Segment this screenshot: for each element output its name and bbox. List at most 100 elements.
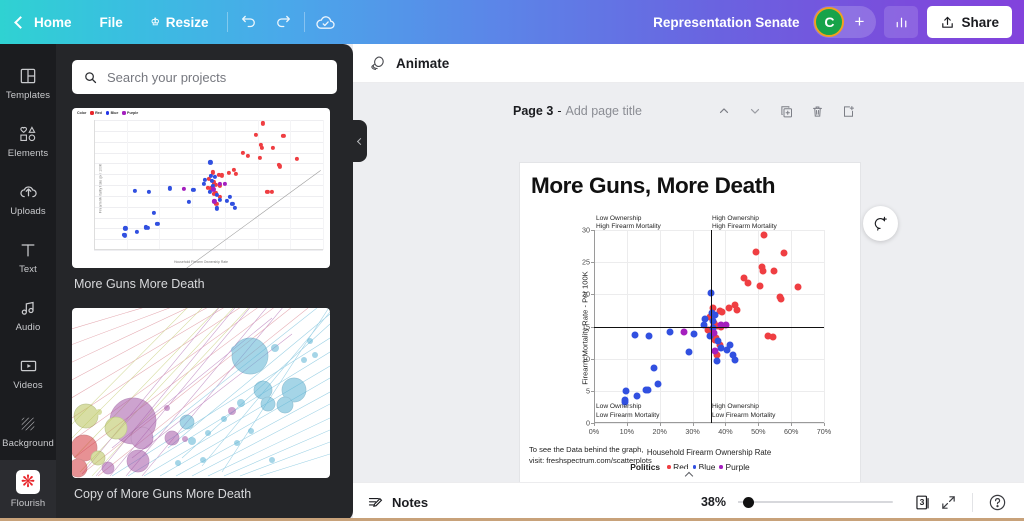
zoom-slider-handle[interactable] — [743, 496, 754, 508]
sidebar-item-background[interactable]: Background — [0, 402, 56, 460]
share-button[interactable]: Share — [927, 6, 1012, 38]
help-button[interactable] — [984, 489, 1010, 515]
thumbnail-legend-title: Color — [77, 111, 87, 115]
sidebar-label-uploads: Uploads — [10, 205, 46, 217]
y-tick-mark — [591, 358, 594, 360]
zoom-slider[interactable] — [738, 495, 893, 509]
project-thumbnail-scatter[interactable]: Color Red Blue Purple Firearm Mortality … — [72, 108, 330, 268]
project-card-2[interactable]: Copy of More Guns More Death — [72, 308, 337, 514]
videos-icon — [20, 360, 36, 371]
data-point-blue — [726, 341, 734, 348]
fullscreen-button[interactable] — [935, 489, 961, 515]
gridline — [594, 358, 824, 360]
sidebar-label-elements: Elements — [7, 147, 49, 159]
legend-item-purple: Purple — [719, 462, 750, 472]
x-tick-label: 0% — [588, 427, 600, 436]
delete-page-button[interactable] — [804, 99, 830, 123]
x-tick-label: 50% — [751, 427, 766, 436]
quadrant-label-bottom-left: Low Ownership Low Firearm Mortality — [596, 403, 660, 419]
pages-button[interactable]: 3 — [909, 489, 935, 515]
y-tick-label: 15 — [582, 322, 590, 331]
sidebar-item-audio[interactable]: Audio — [0, 286, 56, 344]
data-point-blue — [685, 348, 693, 356]
sidebar-label-videos: Videos — [13, 379, 43, 391]
data-point-red — [752, 248, 760, 256]
notes-button[interactable]: Notes — [367, 494, 428, 511]
project-card-1[interactable]: Color Red Blue Purple Firearm Mortality … — [72, 108, 337, 304]
data-point-blue — [622, 387, 630, 395]
canvas-area[interactable]: Page 3 - Add page title More Guns, More … — [352, 83, 1024, 510]
collapse-bottombar-button[interactable] — [667, 469, 710, 482]
zoom-percentage[interactable]: 38% — [701, 495, 726, 509]
slide-page[interactable]: More Guns, More Death Firearm Mortality … — [520, 163, 860, 510]
vertical-reference-line — [710, 230, 713, 423]
move-page-up-button[interactable] — [711, 99, 737, 123]
insights-button[interactable] — [884, 6, 919, 38]
document-title[interactable]: Representation Senate — [653, 15, 799, 30]
sidebar-label-text: Text — [19, 263, 37, 275]
sidebar-item-text[interactable]: Text — [0, 228, 56, 286]
sidebar-item-videos[interactable]: Videos — [0, 344, 56, 402]
y-tick-mark — [591, 390, 594, 392]
search-input[interactable] — [107, 69, 326, 85]
x-tick-mark — [824, 423, 825, 426]
file-menu-button[interactable]: File — [86, 0, 137, 44]
resize-button[interactable]: ♔ Resize — [137, 0, 223, 44]
data-point-blue — [731, 356, 739, 364]
page-tools — [711, 99, 861, 123]
add-page-icon — [843, 105, 854, 117]
sidebar-item-elements[interactable]: Elements — [0, 112, 56, 170]
gridline — [594, 423, 824, 424]
scatter-chart[interactable]: Firearm Mortality Rate - Per 100K 0 5 10 15… — [520, 210, 860, 472]
sidebar-item-uploads[interactable]: Uploads — [0, 170, 56, 228]
data-point-red — [756, 282, 764, 290]
add-comment-button[interactable] — [863, 206, 898, 241]
sidebar-item-flourish[interactable]: ❋ Flourish — [0, 460, 56, 518]
thumb-gridline — [323, 120, 324, 250]
animate-toolbar: Animate — [353, 44, 1024, 83]
share-upload-icon — [942, 16, 954, 28]
chart-x-axis — [594, 421, 824, 423]
share-label: Share — [961, 14, 999, 30]
data-point-red — [794, 283, 802, 291]
undo-icon — [241, 15, 255, 28]
gridline — [594, 262, 824, 264]
x-tick-mark — [692, 423, 694, 426]
data-point-red — [725, 304, 733, 312]
redo-icon — [276, 15, 290, 28]
duplicate-page-button[interactable] — [773, 99, 799, 123]
move-page-down-button[interactable] — [742, 99, 768, 123]
templates-icon — [20, 68, 36, 83]
cloud-saved-button[interactable] — [309, 5, 343, 39]
add-collaborator-button[interactable]: + — [844, 12, 874, 32]
data-point-blue — [713, 357, 721, 365]
data-point-blue — [666, 328, 674, 336]
animate-label: Animate — [396, 55, 450, 71]
search-box[interactable] — [72, 60, 337, 94]
y-tick-label: 20 — [582, 289, 590, 299]
project-label-1: More Guns More Death — [74, 277, 205, 291]
data-point-blue — [714, 337, 722, 345]
slide-title[interactable]: More Guns, More Death — [531, 173, 776, 199]
data-point-red — [780, 249, 788, 257]
uploads-icon — [19, 185, 37, 197]
data-point-red — [759, 267, 767, 275]
home-button[interactable]: Home — [0, 0, 86, 44]
resize-label: Resize — [165, 14, 209, 30]
audio-icon — [21, 301, 34, 315]
text-icon — [21, 243, 35, 256]
add-page-button[interactable] — [835, 99, 861, 123]
collapse-panel-button[interactable] — [352, 120, 367, 162]
toolbar-divider — [226, 12, 228, 32]
undo-button[interactable] — [232, 5, 266, 39]
quadrant-label-bottom-right: High Ownership Low Firearm Mortality — [712, 403, 776, 419]
project-thumbnail-bubble[interactable] — [72, 308, 330, 478]
redo-button[interactable] — [266, 5, 300, 39]
notes-label: Notes — [392, 494, 429, 510]
chevron-left-icon — [356, 137, 365, 145]
sidebar-item-templates[interactable]: Templates — [0, 54, 56, 112]
page-title-input[interactable]: Add page title — [565, 104, 641, 118]
avatar[interactable]: C — [814, 7, 845, 37]
quadrant-label-top-left: Low Ownership High Firearm Mortality — [596, 215, 661, 231]
y-tick-label: 30 — [582, 225, 590, 235]
